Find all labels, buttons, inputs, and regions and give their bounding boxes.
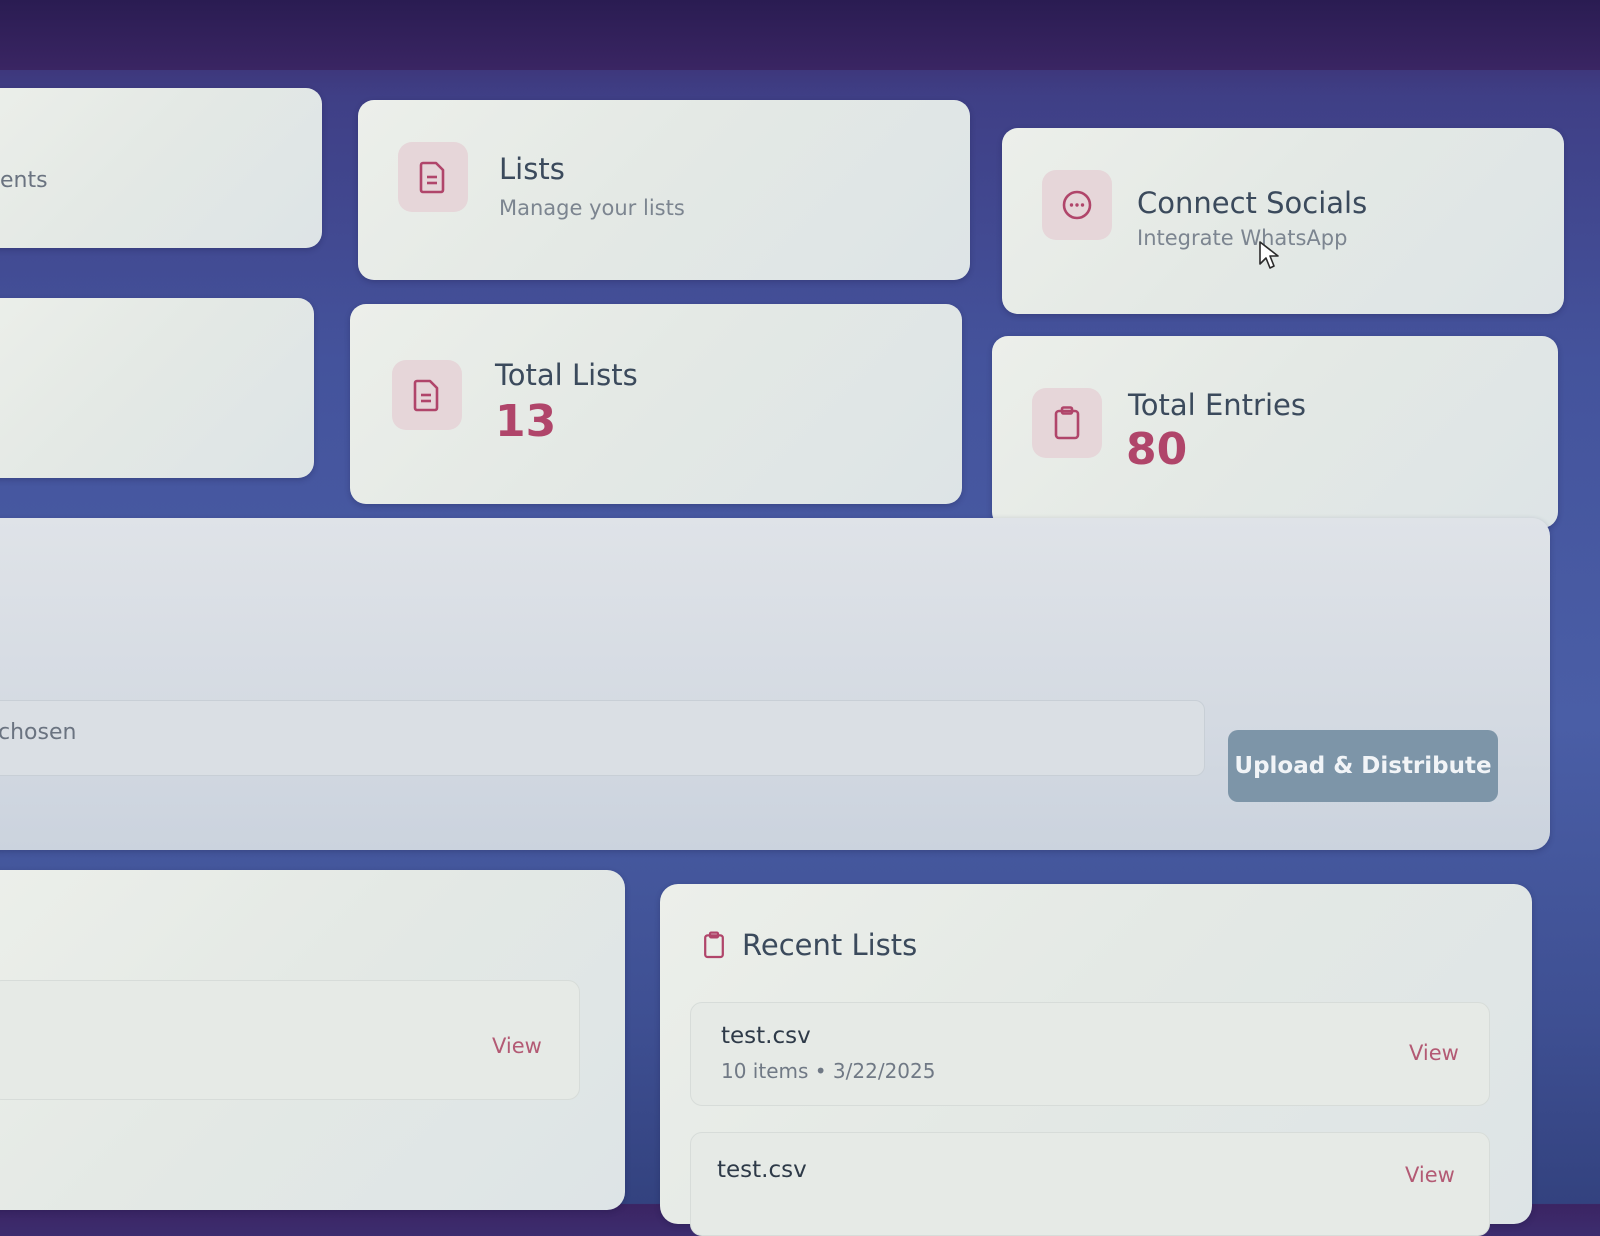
left-view-link[interactable]: View: [492, 1034, 542, 1058]
nav-card-lists-subtitle: Manage your lists: [499, 196, 685, 220]
stat-total-lists-value: 13: [495, 396, 557, 447]
top-header-strip: [0, 0, 1600, 70]
list-item-view-link[interactable]: View: [1405, 1163, 1455, 1187]
stat-card-total-lists: Total Lists 13: [350, 304, 962, 504]
nav-card-partial[interactable]: ents: [0, 88, 322, 248]
mouse-cursor-icon: [1259, 241, 1279, 269]
list-item: test.csv View: [690, 1132, 1490, 1236]
list-item-name: test.csv: [717, 1157, 807, 1183]
document-icon: [419, 161, 445, 194]
stat-total-lists-label: Total Lists: [495, 358, 638, 392]
total-lists-icon-box: [392, 360, 462, 430]
nav-card-lists[interactable]: Lists Manage your lists: [358, 100, 970, 280]
list-item: test.csv 10 items • 3/22/2025 View: [690, 1002, 1490, 1106]
file-chosen-status: chosen: [0, 720, 77, 745]
stat-total-entries-label: Total Entries: [1128, 388, 1306, 422]
recent-lists-title: Recent Lists: [742, 928, 918, 962]
nav-card-connect-socials[interactable]: Connect Socials Integrate WhatsApp: [1002, 128, 1564, 314]
document-icon: [413, 379, 439, 412]
file-chooser-input[interactable]: [0, 700, 1205, 776]
nav-card-connect-socials-subtitle: Integrate WhatsApp: [1137, 226, 1348, 250]
clipboard-icon: [704, 931, 724, 959]
nav-card-partial-label: ents: [0, 168, 48, 193]
lists-icon-box: [398, 142, 468, 212]
list-item-view-link[interactable]: View: [1409, 1041, 1459, 1065]
nav-card-connect-socials-title: Connect Socials: [1137, 186, 1368, 220]
list-item-name: test.csv: [721, 1023, 811, 1049]
chat-bubble-icon: [1062, 190, 1092, 220]
connect-socials-icon-box: [1042, 170, 1112, 240]
recent-lists-panel: Recent Lists test.csv 10 items • 3/22/20…: [660, 884, 1532, 1236]
upload-distribute-button[interactable]: Upload & Distribute: [1228, 730, 1498, 802]
total-entries-icon-box: [1032, 388, 1102, 458]
clipboard-icon: [1054, 406, 1080, 440]
list-item-meta: 10 items • 3/22/2025: [721, 1059, 936, 1083]
stat-card-total-entries: Total Entries 80: [992, 336, 1558, 528]
nav-card-lists-title: Lists: [499, 152, 565, 186]
left-lists-panel: View: [0, 870, 625, 1210]
stat-total-entries-value: 80: [1126, 424, 1188, 475]
stat-card-partial: [0, 298, 314, 478]
